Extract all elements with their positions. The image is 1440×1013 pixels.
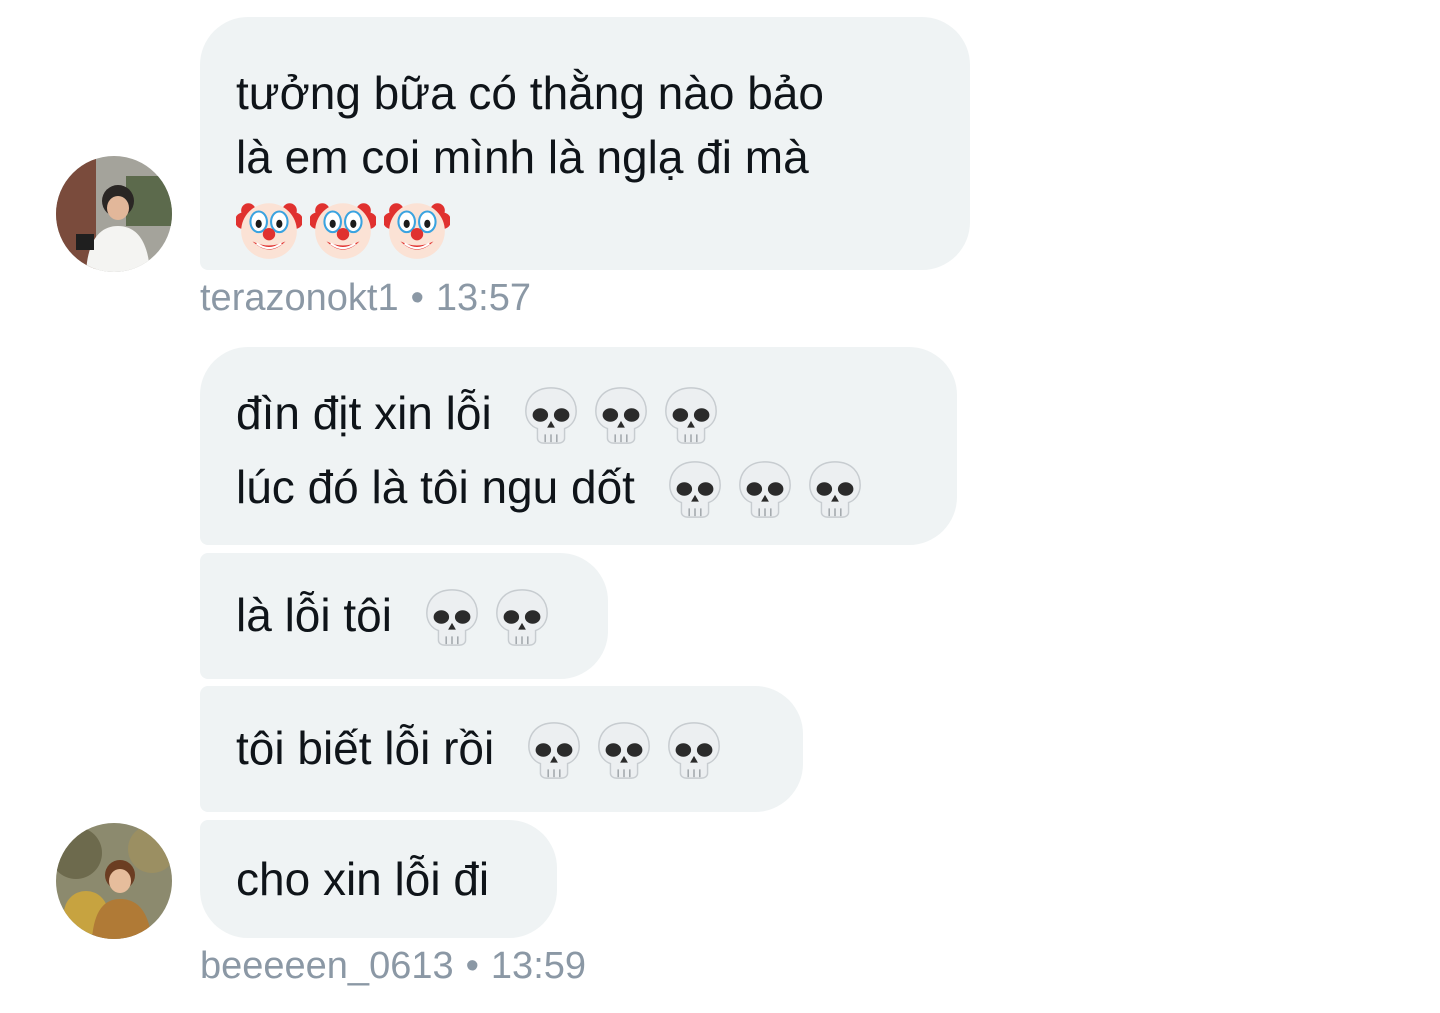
message-meta: terazonokt1 • 13:57 — [200, 277, 531, 320]
skull-icon — [663, 719, 725, 781]
message-bubble[interactable]: là lỗi tôi — [200, 553, 608, 679]
message-text: đìn địt xin lỗi — [236, 386, 492, 439]
avatar-beeeeen_0613[interactable] — [56, 823, 172, 939]
clown-face-icon — [236, 196, 302, 262]
skull-icon — [734, 458, 796, 520]
message-text-line: là em coi mình là nglạ đi mà — [236, 131, 809, 183]
message-text-line: lúc đó là tôi ngu dốt — [236, 451, 921, 525]
skull-icon — [421, 586, 483, 648]
message-bubble[interactable]: tôi biết lỗi rồi — [200, 686, 803, 812]
skull-icon — [660, 384, 722, 446]
skull-icon — [664, 458, 726, 520]
skull-icon — [593, 719, 655, 781]
skull-icon — [523, 719, 585, 781]
avatar-terazonokt1[interactable] — [56, 156, 172, 272]
message-timestamp: 13:59 — [490, 945, 587, 987]
avatar-photo-icon — [56, 823, 172, 939]
message-text: là lỗi tôi — [236, 588, 392, 641]
skull-icon — [590, 384, 652, 446]
clown-face-icon — [310, 196, 376, 262]
message-bubble[interactable]: đìn địt xin lỗi lúc đó là tôi ngu dốt — [200, 347, 957, 545]
message-text-line: đìn địt xin lỗi — [236, 377, 921, 451]
meta-separator: • — [465, 945, 479, 987]
message-text-line: tưởng bữa có thằng nào bảo — [236, 67, 824, 119]
message-text: cho xin lỗi đi — [236, 853, 490, 905]
emoji-row — [236, 189, 934, 265]
skull-icon — [491, 586, 553, 648]
clown-face-icon — [384, 196, 450, 262]
message-text: tôi biết lỗi rồi — [236, 721, 495, 774]
sender-username[interactable]: beeeeen_0613 — [200, 945, 454, 987]
message-timestamp: 13:57 — [435, 277, 531, 319]
message-bubble[interactable]: tưởng bữa có thằng nào bảo là em coi mìn… — [200, 17, 970, 270]
message-text: lúc đó là tôi ngu dốt — [236, 460, 635, 513]
message-bubble[interactable]: cho xin lỗi đi — [200, 820, 557, 938]
meta-separator: • — [410, 277, 424, 319]
message-meta: beeeeen_0613 • 13:59 — [200, 945, 586, 988]
sender-username[interactable]: terazonokt1 — [200, 277, 399, 319]
message-text-line: là lỗi tôi — [236, 579, 572, 653]
message-text-line: tôi biết lỗi rồi — [236, 712, 767, 786]
skull-icon — [520, 384, 582, 446]
avatar-photo-icon — [56, 156, 172, 272]
skull-icon — [804, 458, 866, 520]
